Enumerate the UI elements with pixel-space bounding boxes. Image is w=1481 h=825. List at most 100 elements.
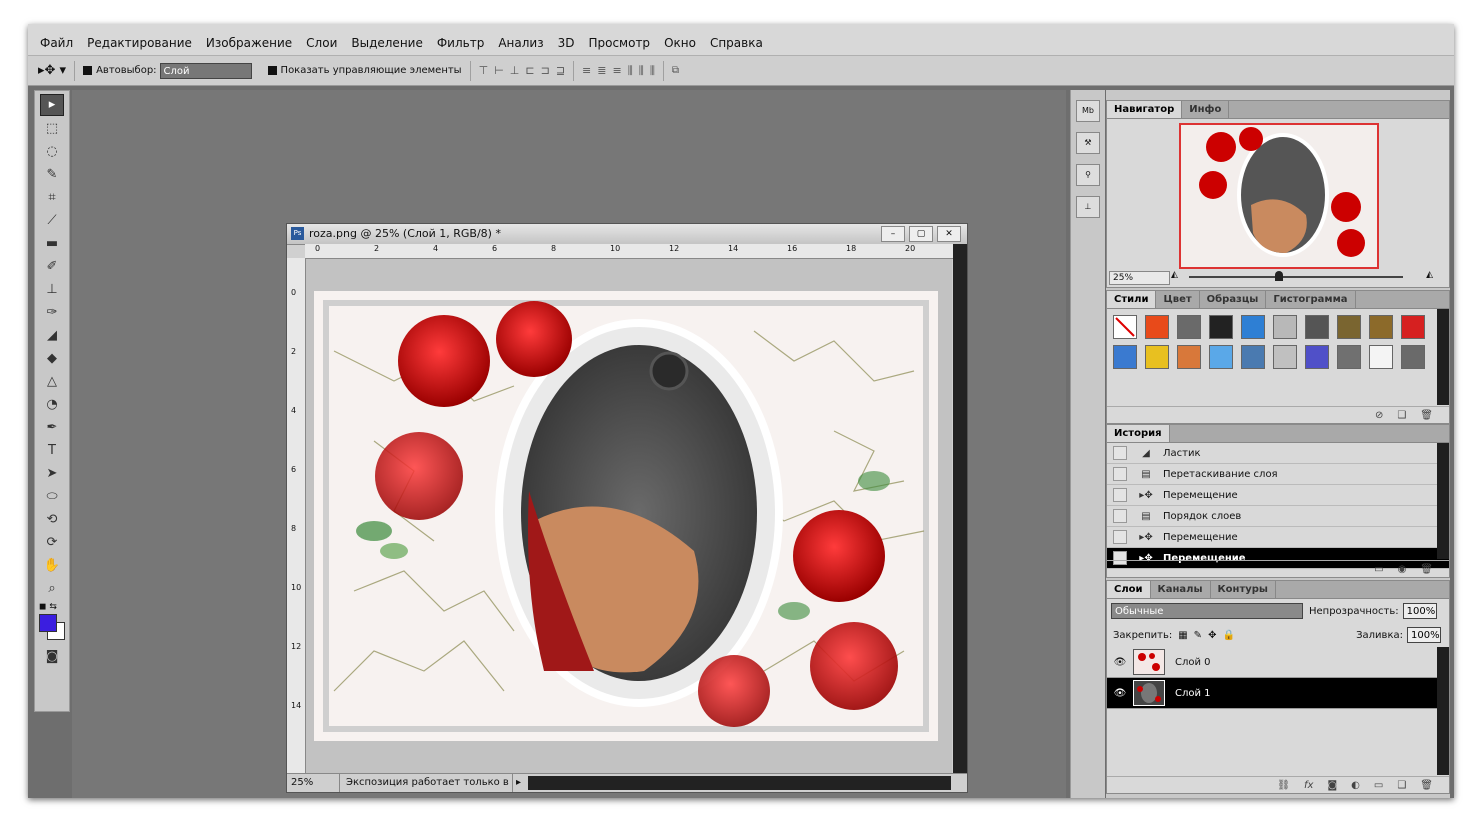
menu-image[interactable]: Изображение xyxy=(206,36,292,55)
dodge-tool-icon[interactable]: ◔ xyxy=(41,395,63,415)
tab-swatches[interactable]: Образцы xyxy=(1200,291,1267,308)
style-swatch[interactable] xyxy=(1241,315,1265,339)
snapshot-icon[interactable]: ◉ xyxy=(1398,564,1407,575)
tab-channels[interactable]: Каналы xyxy=(1151,581,1211,598)
tab-history[interactable]: История xyxy=(1107,425,1170,442)
fill-field[interactable]: 100% xyxy=(1407,627,1441,643)
close-icon[interactable]: ✕ xyxy=(937,226,961,242)
history-snapshot-checkbox[interactable] xyxy=(1113,530,1127,544)
history-item[interactable]: ▸✥ Перемещение xyxy=(1107,527,1449,548)
blur-tool-icon[interactable]: △ xyxy=(41,372,63,392)
style-swatch[interactable] xyxy=(1209,345,1233,369)
3d-rotate-tool-icon[interactable]: ⟲ xyxy=(41,510,63,530)
history-snapshot-checkbox[interactable] xyxy=(1113,488,1127,502)
history-scrollbar[interactable] xyxy=(1437,443,1449,559)
move-tool-icon[interactable]: ▸ xyxy=(40,94,64,116)
move-tool-preset-icon[interactable]: ▸✥ ▾ xyxy=(38,63,66,78)
distribute-bottom-icon[interactable]: ≡ xyxy=(612,64,621,78)
align-left-icon[interactable]: ⊏ xyxy=(525,64,534,77)
lock-position-icon[interactable]: ✥ xyxy=(1208,630,1216,641)
brush-tool-icon[interactable]: ✐ xyxy=(41,257,63,277)
add-mask-icon[interactable]: ◙ xyxy=(1327,780,1337,791)
crop-tool-icon[interactable]: ⌗ xyxy=(41,188,63,208)
status-menu-arrow-icon[interactable]: ▸ xyxy=(513,774,524,792)
style-swatch[interactable] xyxy=(1369,345,1393,369)
delete-history-icon[interactable]: 🗑 xyxy=(1420,564,1433,575)
show-controls-checkbox[interactable] xyxy=(267,66,277,75)
auto-select-dropdown[interactable]: Слой xyxy=(159,62,252,79)
zoom-slider[interactable] xyxy=(1189,276,1403,278)
delete-style-icon[interactable]: 🗑 xyxy=(1420,410,1433,421)
document-title-bar[interactable]: Ps roza.png @ 25% (Слой 1, RGB/8) * – ▢ … xyxy=(287,224,967,245)
menu-file[interactable]: Файл xyxy=(40,36,73,55)
distribute-hcenter-icon[interactable]: ⫼ xyxy=(639,64,644,78)
style-swatch[interactable] xyxy=(1369,315,1393,339)
tab-layers[interactable]: Слои xyxy=(1107,581,1151,598)
style-swatch[interactable] xyxy=(1145,315,1169,339)
layers-scrollbar[interactable] xyxy=(1437,647,1449,775)
history-item[interactable]: ▸✥ Перемещение xyxy=(1107,485,1449,506)
layer-row-selected[interactable]: 👁 Слой 1 xyxy=(1107,678,1449,709)
menu-filter[interactable]: Фильтр xyxy=(437,36,484,55)
new-document-icon[interactable]: ▭ xyxy=(1374,564,1383,575)
zoom-out-icon[interactable]: ◭ xyxy=(1171,270,1178,280)
history-item[interactable]: ▤ Перетаскивание слоя xyxy=(1107,464,1449,485)
style-swatch[interactable] xyxy=(1113,315,1137,339)
foreground-color-swatch[interactable] xyxy=(39,614,57,632)
opacity-field[interactable]: 100% xyxy=(1402,603,1437,619)
tab-color[interactable]: Цвет xyxy=(1156,291,1200,308)
style-swatch[interactable] xyxy=(1177,345,1201,369)
zoom-slider-thumb[interactable] xyxy=(1275,271,1283,281)
tab-navigator[interactable]: Навигатор xyxy=(1107,101,1183,118)
tab-styles[interactable]: Стили xyxy=(1107,291,1157,308)
visibility-eye-icon[interactable]: 👁 xyxy=(1113,657,1127,668)
menu-edit[interactable]: Редактирование xyxy=(87,36,192,55)
auto-align-icon[interactable]: ⧉ xyxy=(672,65,679,76)
swap-colors-icon[interactable]: ◼ ⇆ xyxy=(35,602,69,612)
history-item[interactable]: ▤ Порядок слоев xyxy=(1107,506,1449,527)
styles-scrollbar[interactable] xyxy=(1437,309,1449,405)
status-zoom[interactable]: 25% xyxy=(287,774,340,792)
menu-help[interactable]: Справка xyxy=(710,36,763,55)
auto-select-checkbox[interactable] xyxy=(83,66,93,75)
new-layer-icon[interactable]: ❑ xyxy=(1397,780,1406,791)
lasso-tool-icon[interactable]: ◌ xyxy=(41,142,63,162)
path-select-tool-icon[interactable]: ➤ xyxy=(41,464,63,484)
marquee-tool-icon[interactable]: ⬚ xyxy=(41,119,63,139)
hand-tool-icon[interactable]: ✋ xyxy=(41,556,63,576)
tab-info[interactable]: Инфо xyxy=(1182,101,1230,118)
lock-transparency-icon[interactable]: ▦ xyxy=(1178,630,1187,641)
style-swatch[interactable] xyxy=(1305,345,1329,369)
mini-bridge-icon[interactable]: Mb xyxy=(1076,100,1100,122)
healing-brush-tool-icon[interactable]: ▬ xyxy=(41,234,63,254)
style-swatch[interactable] xyxy=(1113,345,1137,369)
horizontal-scrollbar[interactable] xyxy=(528,776,951,790)
adjustment-layer-icon[interactable]: ◐ xyxy=(1351,780,1360,791)
history-snapshot-checkbox[interactable] xyxy=(1113,509,1127,523)
align-top-icon[interactable]: ⊤ xyxy=(479,64,489,77)
menu-3d[interactable]: 3D xyxy=(558,36,575,55)
align-right-icon[interactable]: ⊒ xyxy=(556,64,565,77)
menu-window[interactable]: Окно xyxy=(664,36,696,55)
style-swatch[interactable] xyxy=(1337,345,1361,369)
layer-style-fx-icon[interactable]: fx xyxy=(1304,780,1313,791)
3d-orbit-tool-icon[interactable]: ⟳ xyxy=(41,533,63,553)
maximize-icon[interactable]: ▢ xyxy=(909,226,933,242)
menu-analysis[interactable]: Анализ xyxy=(498,36,543,55)
menu-select[interactable]: Выделение xyxy=(351,36,422,55)
style-swatch[interactable] xyxy=(1337,315,1361,339)
lock-all-icon[interactable]: 🔒 xyxy=(1222,630,1234,641)
new-style-icon[interactable]: ❑ xyxy=(1397,410,1406,421)
style-swatch[interactable] xyxy=(1305,315,1329,339)
style-swatch[interactable] xyxy=(1273,315,1297,339)
history-brush-tool-icon[interactable]: ✑ xyxy=(41,303,63,323)
new-group-icon[interactable]: ▭ xyxy=(1374,780,1383,791)
history-item[interactable]: ◢ Ластик xyxy=(1107,443,1449,464)
minimize-icon[interactable]: – xyxy=(881,226,905,242)
style-swatch[interactable] xyxy=(1145,345,1169,369)
style-swatch[interactable] xyxy=(1241,345,1265,369)
brushes-icon[interactable]: ⚲ xyxy=(1076,164,1100,186)
style-swatch[interactable] xyxy=(1209,315,1233,339)
eyedropper-tool-icon[interactable]: ⟋ xyxy=(41,211,63,231)
distribute-top-icon[interactable]: ≡ xyxy=(582,64,591,78)
